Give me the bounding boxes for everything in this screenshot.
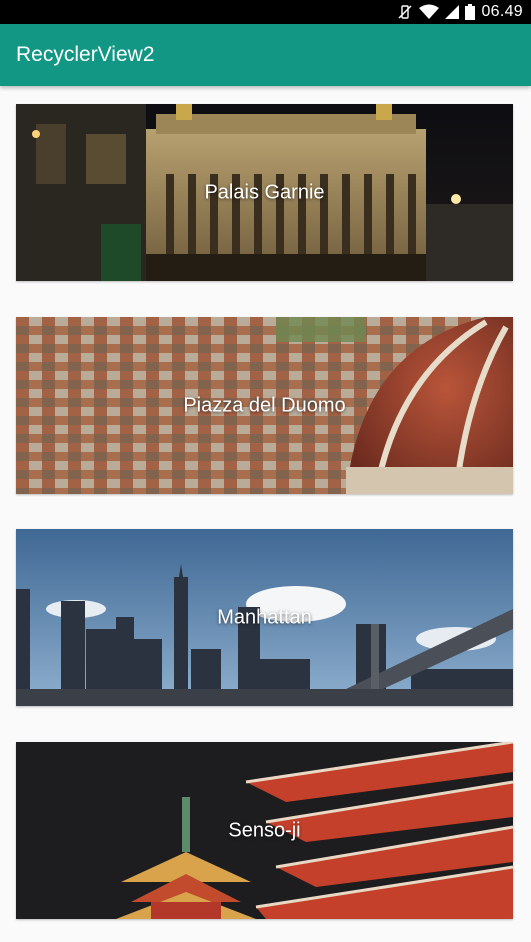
list-item-manhattan[interactable]: Manhattan	[16, 529, 513, 706]
list-item-piazza-del-duomo[interactable]: Piazza del Duomo	[16, 317, 513, 494]
card-label: Senso-ji	[228, 819, 301, 841]
card-label: Manhattan	[217, 606, 312, 628]
list-item-palais-garnie[interactable]: Palais Garnie	[16, 104, 513, 281]
status-bar: 06.49	[0, 0, 531, 24]
battery-icon	[465, 4, 476, 20]
vibrate-off-icon	[397, 4, 413, 20]
wifi-icon	[419, 4, 440, 20]
recycler-list[interactable]: Palais Garnie Piazza del Duomo Manhattan…	[0, 86, 531, 942]
card-label: Palais Garnie	[204, 181, 325, 203]
app-bar: RecyclerView2	[0, 24, 531, 86]
signal-icon	[445, 4, 460, 20]
app-title: RecyclerView2	[16, 43, 155, 66]
list-item-senso-ji[interactable]: Senso-ji	[16, 742, 513, 919]
card-label: Piazza del Duomo	[183, 394, 346, 416]
status-time: 06.49	[481, 3, 523, 20]
